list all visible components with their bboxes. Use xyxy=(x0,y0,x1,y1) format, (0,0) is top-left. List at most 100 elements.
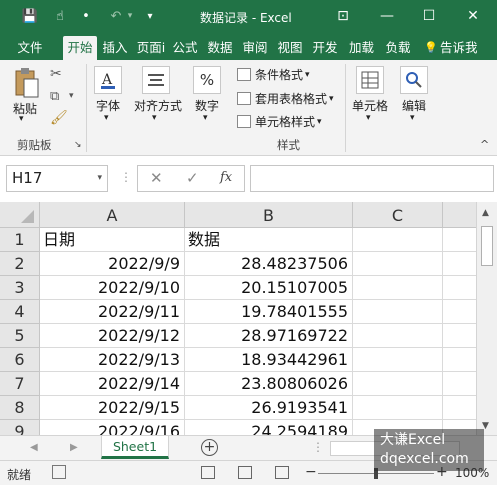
macro-record-icon[interactable] xyxy=(52,465,66,479)
cell-a[interactable]: 日期 xyxy=(40,228,185,252)
tab-load[interactable]: 负载 xyxy=(381,36,415,60)
column-header[interactable]: B xyxy=(185,202,353,228)
zoom-out-button[interactable]: − xyxy=(305,464,317,480)
row-header[interactable]: 8 xyxy=(0,396,40,420)
scroll-up-icon[interactable]: ▲ xyxy=(482,208,489,218)
cell-a[interactable]: 2022/9/12 xyxy=(40,324,185,348)
cell-a[interactable]: 2022/9/9 xyxy=(40,252,185,276)
cell-c[interactable] xyxy=(353,372,443,396)
table-format-button[interactable]: 套用表格格式 ▾ xyxy=(237,90,334,107)
tab-addins[interactable]: 加载 xyxy=(345,36,378,60)
minimize-button[interactable]: — xyxy=(376,5,398,27)
cell-b[interactable]: 23.80806026 xyxy=(185,372,353,396)
cell-a[interactable]: 2022/9/15 xyxy=(40,396,185,420)
cell-b[interactable]: 28.48237506 xyxy=(185,252,353,276)
cell-c[interactable] xyxy=(353,252,443,276)
prev-sheet-icon[interactable]: ◀ xyxy=(30,442,38,453)
editing-dropdown-icon[interactable]: ▾ xyxy=(410,113,415,123)
select-all-corner[interactable] xyxy=(0,202,40,228)
clipboard-launcher-icon[interactable]: ↘ xyxy=(74,140,82,150)
cell-a[interactable]: 2022/9/11 xyxy=(40,300,185,324)
cell-d[interactable] xyxy=(443,252,476,276)
close-button[interactable]: ✕ xyxy=(462,5,484,27)
insert-function-icon[interactable]: fx xyxy=(220,170,232,185)
tab-insert[interactable]: 插入 xyxy=(99,36,131,60)
enter-icon[interactable]: ✓ xyxy=(186,169,199,187)
save-icon[interactable]: 💾 xyxy=(20,7,40,25)
cell-a[interactable]: 2022/9/13 xyxy=(40,348,185,372)
cell-d[interactable] xyxy=(443,324,476,348)
row-header[interactable]: 1 xyxy=(0,228,40,252)
cell-a[interactable]: 2022/9/10 xyxy=(40,276,185,300)
column-header[interactable]: C xyxy=(353,202,443,228)
cell-b[interactable]: 24.2594189 xyxy=(185,420,353,435)
editing-search-icon[interactable] xyxy=(400,66,428,94)
cell-d[interactable] xyxy=(443,276,476,300)
cell-c[interactable] xyxy=(353,300,443,324)
cell-b[interactable]: 数据 xyxy=(185,228,353,252)
next-sheet-icon[interactable]: ▶ xyxy=(70,442,78,453)
cell-d[interactable] xyxy=(443,300,476,324)
cell-c[interactable] xyxy=(353,324,443,348)
cell-b[interactable]: 28.97169722 xyxy=(185,324,353,348)
copy-icon[interactable]: ⧉ xyxy=(50,89,59,104)
cell-a[interactable]: 2022/9/14 xyxy=(40,372,185,396)
format-painter-icon[interactable]: 🖌 xyxy=(50,110,68,126)
cell-d[interactable] xyxy=(443,348,476,372)
column-header[interactable]: A xyxy=(40,202,185,228)
tab-view[interactable]: 视图 xyxy=(274,36,306,60)
editing-label[interactable]: 编辑 xyxy=(402,97,426,114)
font-icon[interactable]: A xyxy=(94,66,122,94)
alignment-dropdown-icon[interactable]: ▾ xyxy=(152,113,157,123)
paste-label[interactable]: 粘贴 xyxy=(13,100,37,117)
formula-bar-grip-icon[interactable]: ⋮ xyxy=(120,170,132,184)
tab-home[interactable]: 开始 xyxy=(63,36,97,60)
cell-c[interactable] xyxy=(353,228,443,252)
cell-b[interactable]: 19.78401555 xyxy=(185,300,353,324)
cells-icon[interactable] xyxy=(356,66,384,94)
number-label[interactable]: 数字 xyxy=(195,97,219,114)
paste-icon[interactable] xyxy=(12,66,42,100)
sheet-tab-active[interactable]: Sheet1 xyxy=(101,436,169,459)
cell-d[interactable] xyxy=(443,372,476,396)
copy-dropdown-icon[interactable]: ▾ xyxy=(69,91,74,101)
alignment-label[interactable]: 对齐方式 xyxy=(134,97,182,114)
cell-c[interactable] xyxy=(353,276,443,300)
cell-b[interactable]: 20.15107005 xyxy=(185,276,353,300)
cells-label[interactable]: 单元格 xyxy=(352,97,388,114)
cell-styles-button[interactable]: 单元格样式 ▾ xyxy=(237,113,322,130)
cancel-icon[interactable]: ✕ xyxy=(150,169,163,187)
cell-b[interactable]: 26.9193541 xyxy=(185,396,353,420)
column-header[interactable] xyxy=(443,202,476,228)
normal-view-icon[interactable] xyxy=(201,466,215,479)
tab-formulas[interactable]: 公式 xyxy=(170,36,200,60)
add-sheet-icon[interactable]: + xyxy=(201,439,218,456)
tab-developer[interactable]: 开发 xyxy=(309,36,341,60)
undo-icon[interactable]: ↶ xyxy=(106,7,126,25)
row-header[interactable]: 3 xyxy=(0,276,40,300)
cell-b[interactable]: 18.93442961 xyxy=(185,348,353,372)
conditional-format-button[interactable]: 条件格式 ▾ xyxy=(237,66,310,83)
number-dropdown-icon[interactable]: ▾ xyxy=(203,113,208,123)
name-box-dropdown-icon[interactable]: ▾ xyxy=(97,166,102,191)
vertical-scrollbar[interactable]: ▲ ▼ xyxy=(476,202,497,435)
tab-split-grip-icon[interactable]: ⋮ xyxy=(312,440,324,454)
maximize-button[interactable]: ☐ xyxy=(418,5,440,27)
ribbon-display-options-icon[interactable]: ⊡ xyxy=(332,5,354,27)
cell-d[interactable] xyxy=(443,396,476,420)
customize-qa-icon[interactable]: ▾ xyxy=(142,7,158,25)
undo-dropdown-icon[interactable]: ▾ xyxy=(124,7,136,25)
cells-dropdown-icon[interactable]: ▾ xyxy=(366,113,371,123)
formula-input[interactable] xyxy=(250,165,494,192)
cut-icon[interactable]: ✂ xyxy=(50,66,62,82)
tab-file[interactable]: 文件 xyxy=(8,36,52,60)
tab-data[interactable]: 数据 xyxy=(204,36,236,60)
page-layout-view-icon[interactable] xyxy=(238,466,252,479)
page-break-view-icon[interactable] xyxy=(275,466,289,479)
row-header[interactable]: 4 xyxy=(0,300,40,324)
touch-mode-icon[interactable]: ☝ xyxy=(50,7,70,25)
number-format-icon[interactable]: % xyxy=(193,66,221,94)
alignment-icon[interactable] xyxy=(142,66,170,94)
row-header[interactable]: 7 xyxy=(0,372,40,396)
scroll-thumb[interactable] xyxy=(481,226,493,266)
